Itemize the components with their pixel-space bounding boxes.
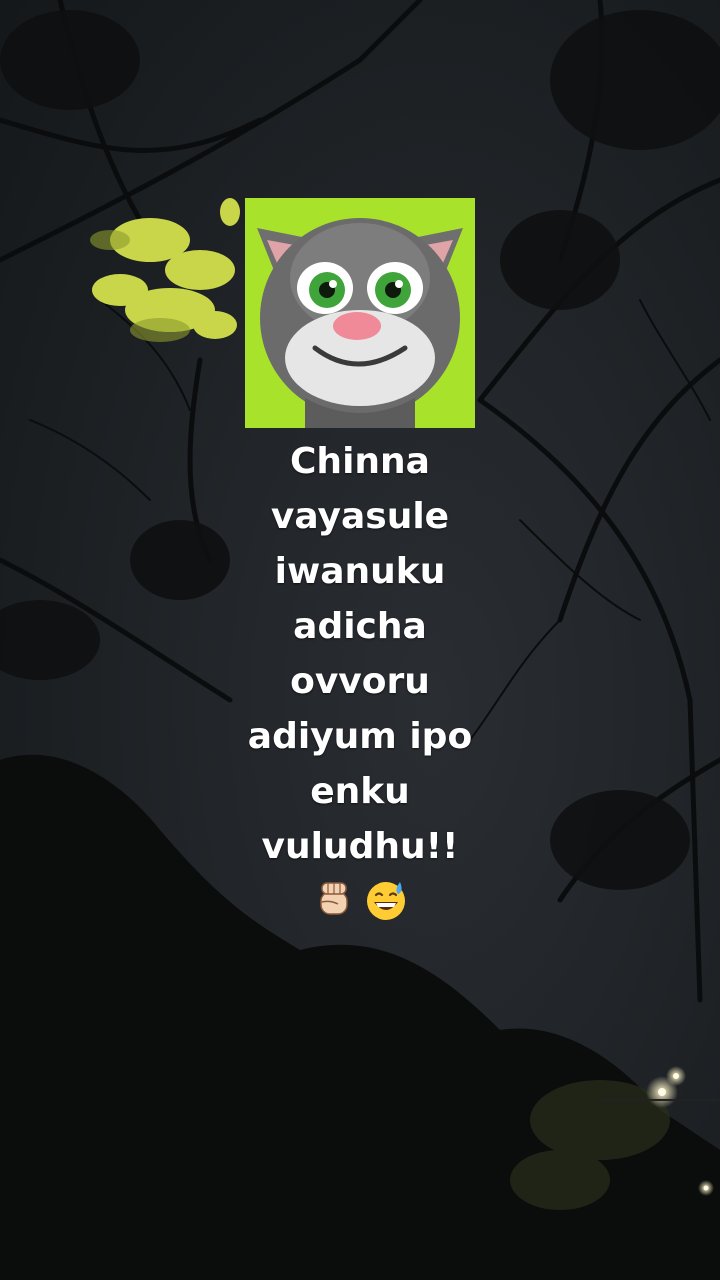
caption-line: vuludhu!! (261, 826, 459, 867)
grinning-sweat-icon (367, 882, 405, 920)
caption-line: adicha (293, 606, 427, 647)
caption-line: ovvoru (290, 661, 430, 702)
caption-text: Chinna vayasule iwanuku adicha ovvoru ad… (200, 434, 520, 874)
emoji-row (200, 878, 520, 922)
caption-line: enku (310, 771, 410, 812)
caption-line: Chinna (290, 441, 430, 482)
caption-line: iwanuku (274, 551, 446, 592)
caption-line: adiyum ipo (247, 716, 473, 757)
caption-line: vayasule (270, 496, 450, 537)
cat-face-icon (257, 218, 463, 428)
cat-sticker (245, 198, 475, 428)
raised-fist-icon (320, 882, 348, 915)
